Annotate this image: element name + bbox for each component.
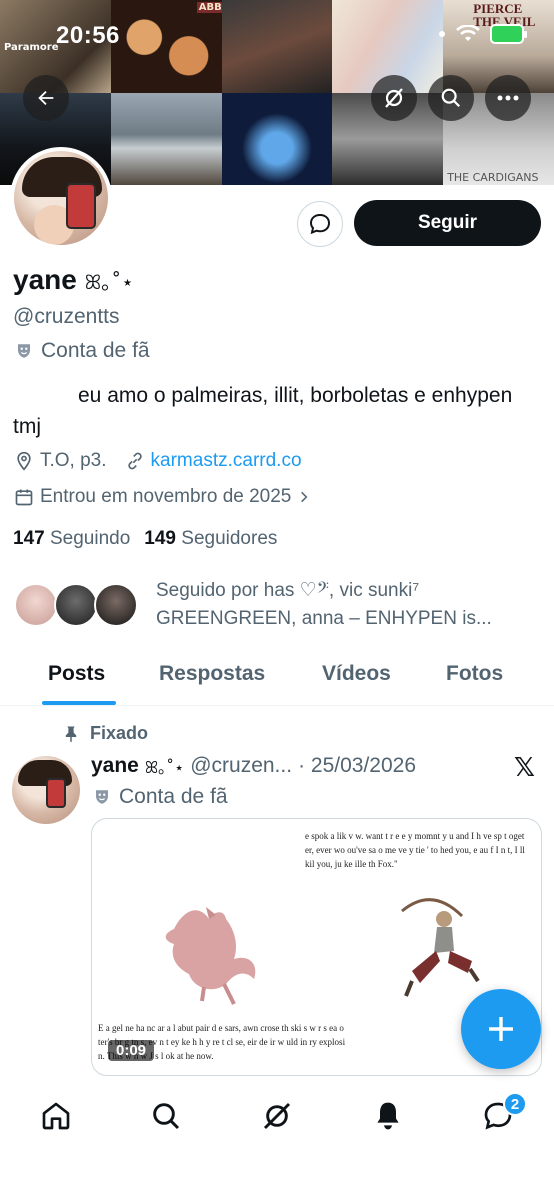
status-icons xyxy=(438,24,527,44)
followers-count: 149 xyxy=(144,528,176,549)
post-author-handle: @cruzen... xyxy=(190,754,293,777)
follow-counts: 147 Seguindo 149 Seguidores xyxy=(13,528,277,550)
status-time: 20:56 xyxy=(56,22,120,49)
followed-by-line1: Seguido por has ♡𝄢, vic sunki⁷ xyxy=(156,580,420,601)
home-icon xyxy=(42,1102,70,1130)
signal-dot-icon xyxy=(439,31,445,37)
status-bar: 20:56 xyxy=(0,0,554,70)
avatar-phone xyxy=(46,778,66,808)
messages-badge: 2 xyxy=(503,1092,527,1116)
follower-avatar xyxy=(14,583,58,627)
profile-meta-joined[interactable]: Entrou em novembro de 2025 xyxy=(14,486,311,508)
profile-tabs: Posts Respostas Vídeos Fotos xyxy=(0,650,554,706)
wifi-icon xyxy=(456,25,480,41)
following-count: 147 xyxy=(13,528,45,549)
banner-tile xyxy=(110,93,222,185)
location-pin-icon xyxy=(17,451,31,471)
bio-text: eu amo o palmeiras, illit, borboletas e … xyxy=(13,384,513,438)
pin-icon xyxy=(65,726,77,742)
profile-name: yane ꕤ｡˚⋆ xyxy=(13,264,134,296)
battery-icon xyxy=(490,24,527,44)
post-author-name[interactable]: yane xyxy=(91,754,139,778)
grok-icon xyxy=(385,88,403,108)
following-link[interactable]: 147 Seguindo xyxy=(13,528,130,550)
avatar-phone xyxy=(66,183,96,229)
video-duration: 0:09 xyxy=(108,1040,155,1061)
compose-post-button[interactable] xyxy=(461,989,541,1069)
theater-mask-icon xyxy=(96,790,108,804)
x-logo-icon: 𝕏 xyxy=(514,753,535,783)
nav-home[interactable] xyxy=(36,1096,76,1136)
nav-grok[interactable] xyxy=(257,1096,297,1136)
grok-icon xyxy=(263,1102,291,1130)
active-tab-indicator xyxy=(42,701,116,705)
search-button[interactable] xyxy=(428,75,474,121)
profile-meta-location-link: T.O, p3. karmastz.carrd.co xyxy=(14,450,302,472)
fan-account-label: Conta de fã xyxy=(15,339,150,363)
message-bubble-icon xyxy=(309,213,331,235)
post-fan-label: Conta de fã xyxy=(93,785,228,809)
message-button[interactable] xyxy=(297,201,343,247)
followed-by[interactable]: Seguido por has ♡𝄢, vic sunki⁷ GREENGREE… xyxy=(14,577,492,633)
fox-illustration xyxy=(165,907,256,1005)
bottom-navigation xyxy=(0,1086,554,1199)
tab-posts[interactable]: Posts xyxy=(48,650,105,706)
profile-avatar[interactable] xyxy=(10,147,112,249)
chevron-right-icon xyxy=(301,491,308,503)
nav-search[interactable] xyxy=(146,1096,186,1136)
back-button[interactable] xyxy=(23,75,69,121)
notifications-icon xyxy=(377,1102,399,1130)
media-quote-top: e spok a lik v w. want t r e e y momnt y… xyxy=(305,831,525,869)
post-header: yane ꕤ｡˚⋆ @cruzen... · 25/03/2026 xyxy=(91,754,416,778)
profile-name-text: yane xyxy=(13,264,77,295)
followed-by-line2: GREENGREEN, anna – ENHYPEN is... xyxy=(156,608,492,629)
nav-notifications[interactable] xyxy=(368,1096,408,1136)
more-icon xyxy=(497,95,519,101)
location-text: T.O, p3. xyxy=(40,450,107,471)
profile-name-deco: ꕤ｡˚⋆ xyxy=(84,270,134,294)
archer-illustration xyxy=(401,898,480,997)
plus-icon xyxy=(489,1017,513,1041)
followers-label: Seguidores xyxy=(181,528,278,549)
followers-link[interactable]: 149 Seguidores xyxy=(144,528,277,550)
follower-avatar xyxy=(54,583,98,627)
profile-link[interactable]: karmastz.carrd.co xyxy=(151,450,302,472)
profile-bio: eu amo o palmeiras, illit, borboletas e … xyxy=(13,380,533,442)
pinned-text: Fixado xyxy=(90,723,149,743)
banner-tile xyxy=(221,93,333,185)
more-button[interactable] xyxy=(485,75,531,121)
following-label: Seguindo xyxy=(49,528,131,549)
link-icon xyxy=(127,452,142,470)
post-author-avatar[interactable] xyxy=(12,756,80,824)
post-fan-text: Conta de fã xyxy=(119,785,228,808)
back-arrow-icon xyxy=(38,90,54,106)
tab-videos[interactable]: Vídeos xyxy=(322,650,391,706)
tab-photos[interactable]: Fotos xyxy=(446,650,503,706)
banner-text-cardigans: THE CARDIGANS xyxy=(447,171,539,184)
follower-avatar xyxy=(94,583,138,627)
follow-button[interactable]: Seguir xyxy=(354,200,541,246)
post-date[interactable]: · 25/03/2026 xyxy=(298,754,416,778)
profile-handle: @cruzentts xyxy=(13,305,120,328)
fan-label-text: Conta de fã xyxy=(41,339,150,362)
pinned-label: Fixado xyxy=(62,723,148,744)
theater-mask-icon xyxy=(18,344,30,358)
followed-by-text: Seguido por has ♡𝄢, vic sunki⁷ GREENGREE… xyxy=(156,577,492,633)
joined-text: Entrou em novembro de 2025 xyxy=(40,486,292,507)
calendar-icon xyxy=(15,489,33,506)
grok-button[interactable] xyxy=(371,75,417,121)
search-icon xyxy=(441,88,461,108)
search-icon xyxy=(153,1103,180,1130)
tab-replies[interactable]: Respostas xyxy=(159,650,265,706)
post-author-deco: ꕤ｡˚⋆ xyxy=(144,758,185,777)
